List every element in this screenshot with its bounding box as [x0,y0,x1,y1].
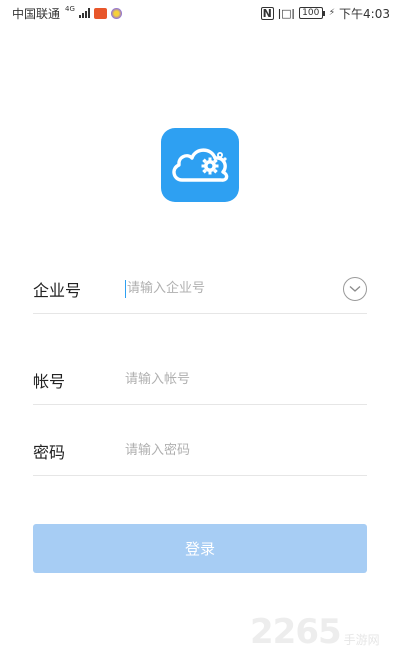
status-bar-right: N ǀ□ǀ 100 ⚡ 下午4:03 [260,5,390,22]
status-bar-left: 中国联通 4G [12,5,122,22]
chevron-down-icon [349,285,361,292]
status-bar: 中国联通 4G N ǀ□ǀ 100 ⚡ 下午4:03 [0,0,400,26]
account-input[interactable] [125,364,367,395]
cloud-gear-icon [172,148,229,182]
account-row: 帐号 [33,355,367,405]
password-label: 密码 [33,442,66,462]
nfc-icon: N [260,6,274,20]
password-row: 密码 [33,426,367,476]
battery-icon: 100 [298,7,325,19]
company-row: 企业号 [33,264,367,314]
browser-app-icon [110,7,122,19]
vibrate-icon: ǀ□ǀ [277,6,295,20]
company-label: 企业号 [33,280,82,300]
weibo-app-icon [93,7,107,19]
carrier-name: 中国联通 [12,6,61,21]
clock-time: 下午4:03 [339,6,390,21]
charging-icon: ⚡ [328,8,336,18]
watermark-number: 2265 [250,612,342,652]
signal-icon [78,8,90,18]
watermark-text: 手游网 [343,633,380,647]
company-dropdown-button[interactable] [343,276,367,301]
text-cursor [125,279,126,298]
account-label: 帐号 [33,371,66,391]
battery-level: 100 [302,8,320,18]
login-button[interactable]: 登录 [33,524,367,573]
app-logo [161,128,239,202]
password-input[interactable] [125,435,367,466]
network-type: 4G [65,5,75,13]
watermark: 2265 手游网 [250,612,380,652]
company-input[interactable] [127,273,343,304]
